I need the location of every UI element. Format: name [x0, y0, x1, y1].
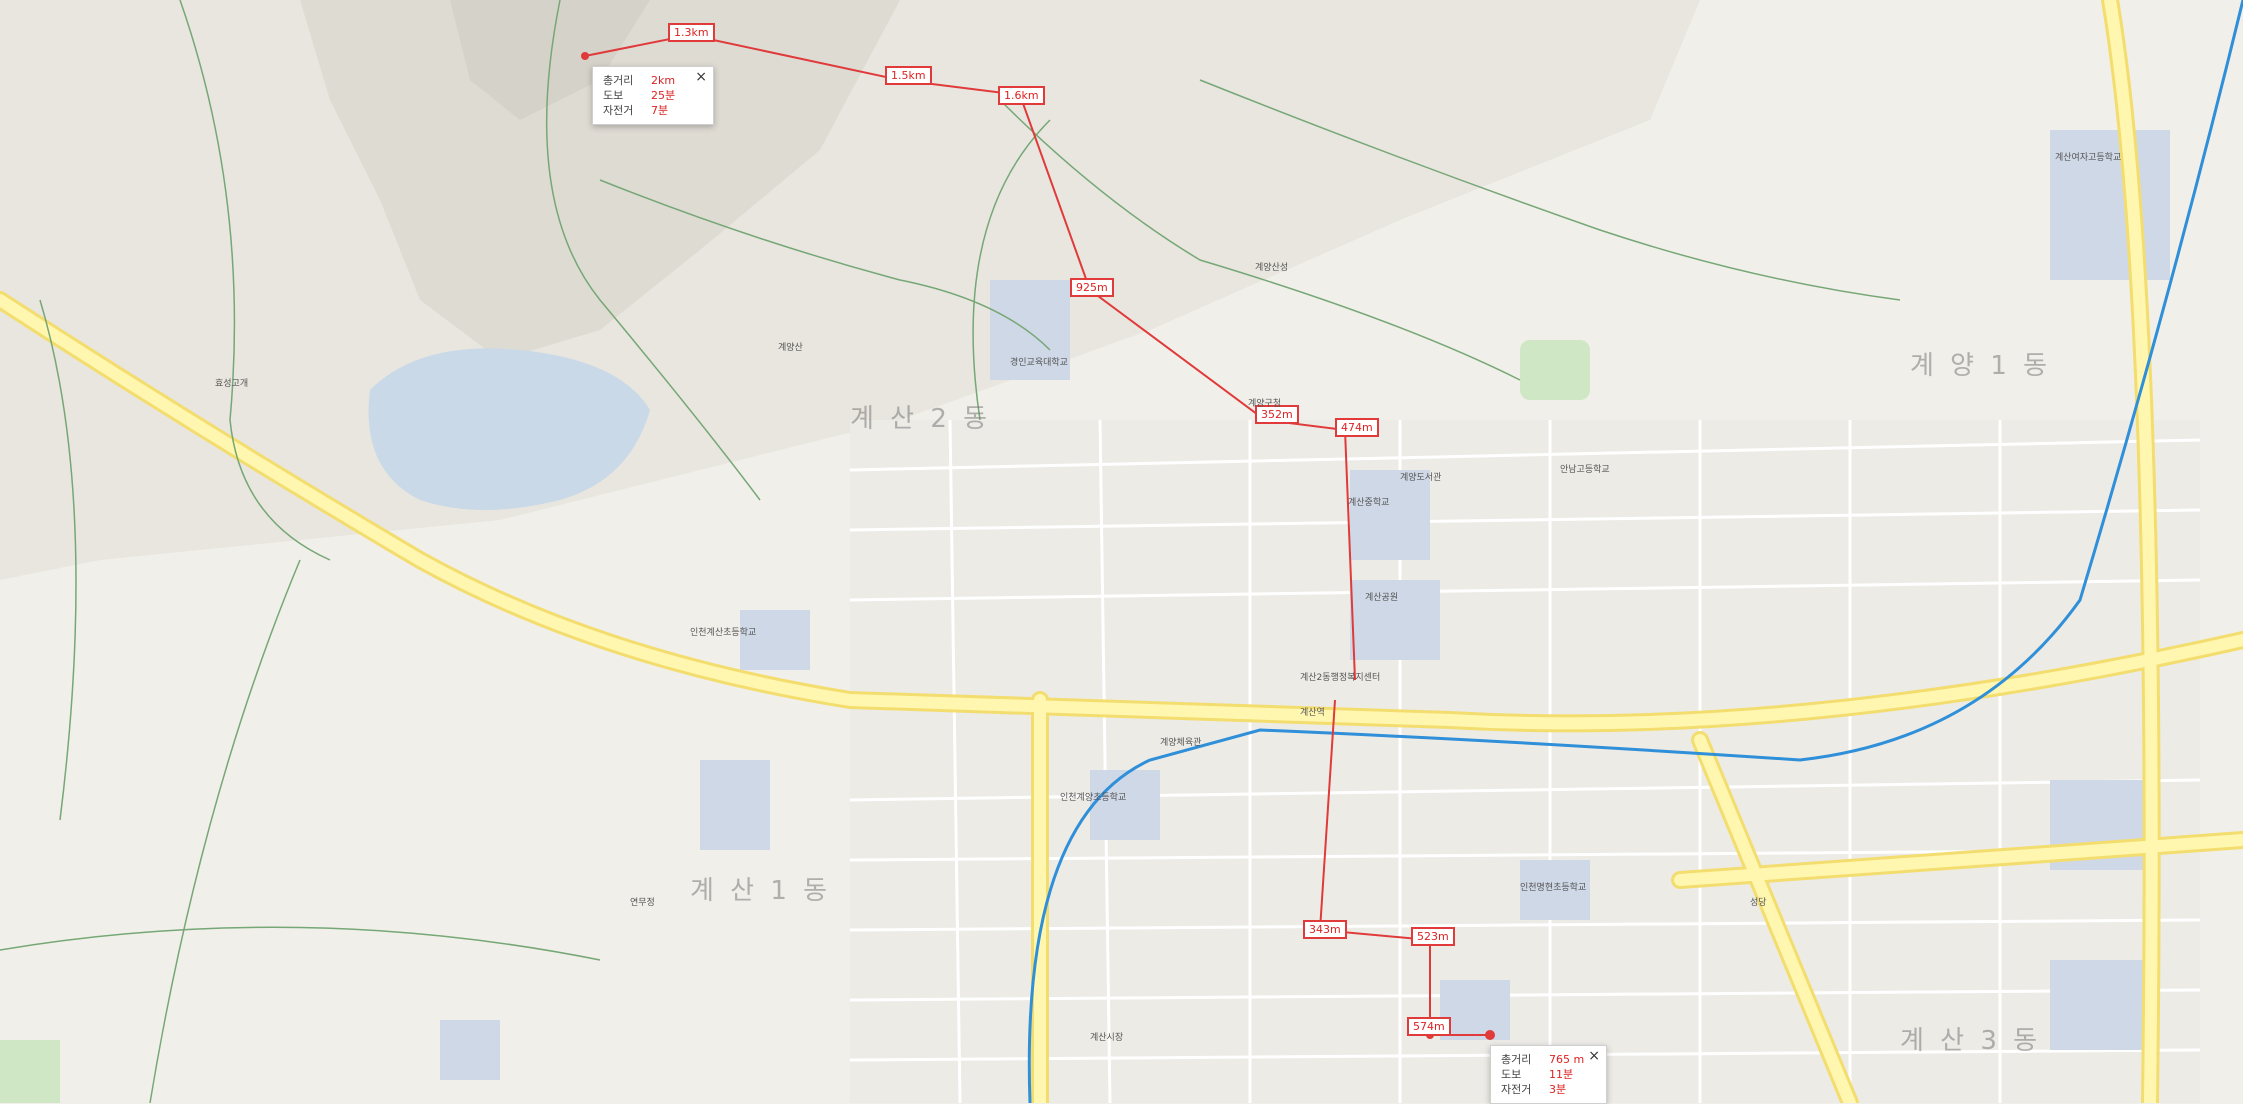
poi-label[interactable]: 계양산 — [778, 340, 803, 353]
poi-label[interactable]: 계산여자고등학교 — [2055, 150, 2121, 163]
poi-label[interactable]: 계양체육관 — [1160, 735, 1201, 748]
region-label: 계 산 3 동 — [1900, 1026, 2042, 1056]
poi-label[interactable]: 성당 — [1750, 895, 1767, 908]
poi-label[interactable]: 경인교육대학교 — [1010, 355, 1068, 368]
poi-label[interactable]: 계양구청 — [1248, 396, 1281, 409]
poi-label[interactable]: 연무정 — [630, 895, 655, 908]
poi-label[interactable]: 계산역 — [1300, 705, 1325, 718]
distance-label: 1.6km — [998, 86, 1045, 105]
poi-label[interactable]: 인천계산초등학교 — [690, 625, 756, 638]
region-label: 계 산 2 동 — [850, 404, 992, 434]
map-base — [0, 0, 2243, 1103]
poi-label[interactable]: 계산공원 — [1365, 590, 1398, 603]
distance-label: 343m — [1303, 920, 1347, 939]
poi-label[interactable]: 인천명현초등학교 — [1520, 880, 1586, 893]
close-icon[interactable]: × — [695, 69, 707, 85]
distance-label: 925m — [1070, 278, 1114, 297]
region-label: 계 산 1 동 — [690, 876, 832, 906]
poi-label[interactable]: 계산시장 — [1090, 1030, 1123, 1043]
poi-label[interactable]: 계산중학교 — [1348, 495, 1389, 508]
route-summary-popup: × 총거리 2km 도보 25분 자전거 7분 — [592, 66, 714, 125]
poi-label[interactable]: 안남고등학교 — [1560, 462, 1610, 475]
poi-label[interactable]: 계양도서관 — [1400, 470, 1441, 483]
poi-label[interactable]: 계산2동행정복지센터 — [1300, 670, 1380, 683]
distance-label: 574m — [1407, 1017, 1451, 1036]
poi-label[interactable]: 계양산성 — [1255, 260, 1288, 273]
poi-label[interactable]: 효성고개 — [215, 376, 248, 389]
map-canvas[interactable]: 계 산 2 동 계 산 1 동 계 양 1 동 계 산 3 동 1.3km 1.… — [0, 0, 2243, 1104]
distance-label: 474m — [1335, 418, 1379, 437]
distance-label: 1.3km — [668, 23, 715, 42]
poi-label[interactable]: 인천계양초등학교 — [1060, 790, 1126, 803]
distance-label: 1.5km — [885, 66, 932, 85]
distance-label: 523m — [1411, 927, 1455, 946]
close-icon[interactable]: × — [1588, 1048, 1600, 1064]
region-label: 계 양 1 동 — [1910, 351, 2052, 381]
route-summary-popup: × 총거리 765 m 도보 11분 자전거 3분 — [1490, 1045, 1607, 1104]
